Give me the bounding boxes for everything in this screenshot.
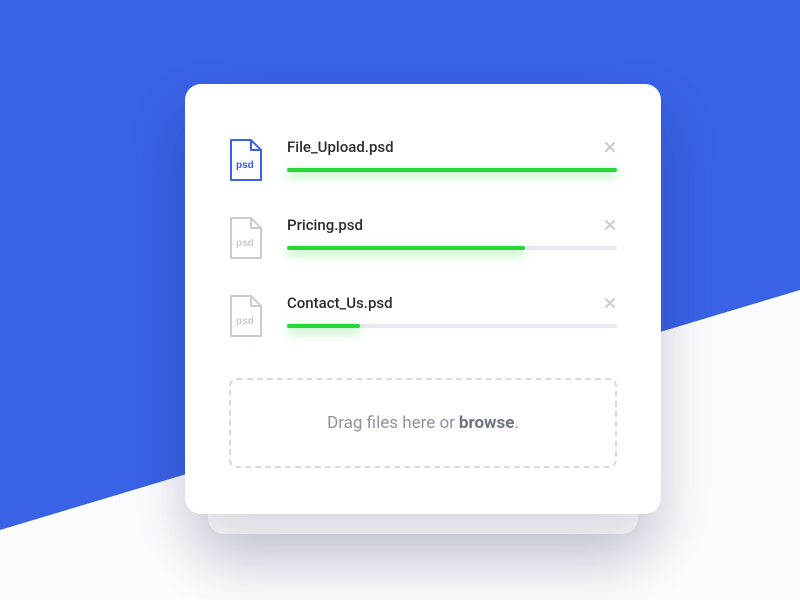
file-name: File_Upload.psd <box>287 138 394 156</box>
upload-item: psd Contact_Us.psd <box>229 294 617 338</box>
upload-item: psd File_Upload.psd <box>229 138 617 182</box>
progress-track <box>287 168 617 172</box>
progress-bar <box>287 246 525 250</box>
browse-link[interactable]: browse <box>459 413 515 433</box>
file-name: Pricing.psd <box>287 216 363 234</box>
file-psd-icon: psd <box>229 294 263 338</box>
remove-file-button[interactable] <box>603 218 617 232</box>
file-psd-icon: psd <box>229 138 263 182</box>
upload-item: psd Pricing.psd <box>229 216 617 260</box>
remove-file-button[interactable] <box>603 296 617 310</box>
progress-track <box>287 246 617 250</box>
progress-bar <box>287 168 617 172</box>
svg-text:psd: psd <box>236 238 254 249</box>
svg-text:psd: psd <box>236 160 254 171</box>
progress-bar <box>287 324 360 328</box>
file-name: Contact_Us.psd <box>287 294 393 312</box>
dropzone-text: Drag files here or <box>327 413 455 433</box>
progress-track <box>287 324 617 328</box>
file-psd-icon: psd <box>229 216 263 260</box>
remove-file-button[interactable] <box>603 140 617 154</box>
svg-text:psd: psd <box>236 316 254 327</box>
dropzone-suffix: . <box>514 413 518 433</box>
upload-card: psd File_Upload.psd <box>185 84 661 514</box>
dropzone[interactable]: Drag files here or browse. <box>229 378 617 468</box>
